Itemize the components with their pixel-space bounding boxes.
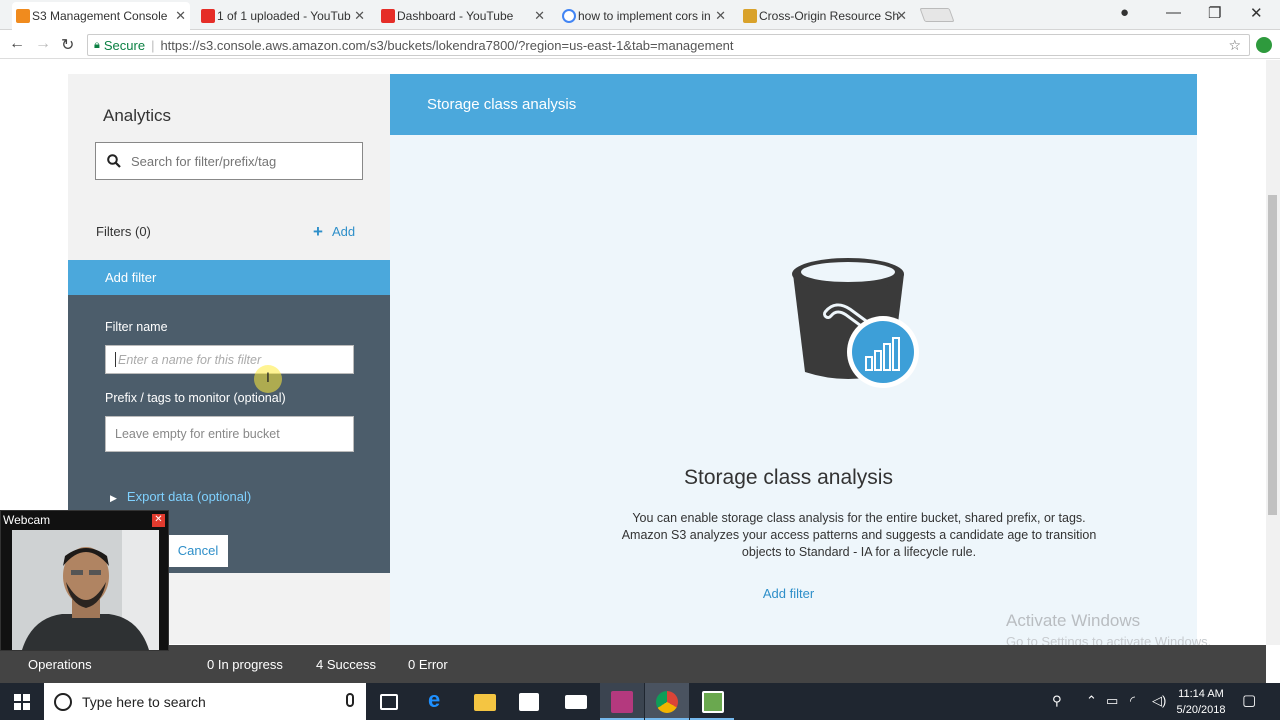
webcam-title: Webcam	[3, 513, 51, 527]
filter-search-input[interactable]	[131, 153, 351, 169]
tray-expand-icon[interactable]: ⌃	[1086, 693, 1097, 709]
back-icon[interactable]: ←	[9, 35, 25, 53]
new-tab-button[interactable]	[919, 8, 955, 22]
export-data-toggle[interactable]: ▶ Export data (optional)	[110, 489, 251, 504]
aws-favicon-icon	[16, 9, 30, 23]
webcam-close-icon[interactable]: ✕	[152, 514, 165, 527]
add-filter-button[interactable]: + Add	[313, 222, 355, 242]
tab-google-cors[interactable]: how to implement cors in ✕	[558, 2, 730, 30]
panel-header: Storage class analysis	[390, 74, 1197, 135]
forward-icon[interactable]: →	[35, 35, 51, 53]
close-tab-icon[interactable]: ✕	[175, 8, 186, 24]
prefix-input[interactable]: Leave empty for entire bucket	[105, 416, 354, 452]
person-figure	[12, 530, 159, 650]
filter-search-box[interactable]	[95, 142, 363, 180]
search-icon	[107, 154, 121, 168]
window-close-icon[interactable]: ✕	[1250, 4, 1263, 22]
address-bar: ← → ↻ 🔒︎ Secure | https://s3.console.aws…	[0, 31, 1280, 59]
add-filter-header: Add filter	[68, 260, 390, 295]
panel-description: You can enable storage class analysis fo…	[621, 511, 1097, 559]
youtube-favicon-icon	[201, 9, 215, 23]
bookmark-star-icon[interactable]: ☆	[1228, 37, 1241, 54]
notifications-icon[interactable]: ▢	[1242, 691, 1256, 709]
task-view-icon[interactable]	[380, 694, 398, 710]
close-tab-icon[interactable]: ✕	[896, 8, 907, 24]
text-caret	[115, 352, 116, 367]
storage-class-panel: Storage class analysis Storage class ana…	[390, 74, 1197, 645]
operations-label[interactable]: Operations	[28, 657, 92, 672]
profile-icon[interactable]: ●	[1120, 4, 1129, 21]
add-filter-link[interactable]: Add filter	[320, 586, 1257, 601]
people-icon[interactable]: ⚲	[1052, 693, 1062, 709]
screen-recorder-icon[interactable]	[611, 691, 633, 713]
extension-icon[interactable]	[1256, 37, 1272, 53]
system-clock[interactable]: 11:14 AM 5/20/2018	[1166, 686, 1236, 718]
bucket-analytics-icon	[792, 258, 919, 388]
close-tab-icon[interactable]: ✕	[534, 8, 545, 24]
document-favicon-icon	[743, 9, 757, 23]
filter-name-input[interactable]: Enter a name for this filter	[105, 345, 354, 374]
reload-icon[interactable]: ↻	[61, 35, 74, 55]
notepad-plus-icon[interactable]	[702, 691, 724, 713]
restore-icon[interactable]: ❐	[1208, 4, 1221, 22]
microphone-icon[interactable]	[346, 693, 354, 707]
analytics-title: Analytics	[103, 106, 172, 125]
webcam-feed	[12, 530, 159, 650]
in-progress-count[interactable]: 0 In progress	[207, 657, 283, 672]
windows-start-icon[interactable]	[14, 694, 30, 710]
battery-icon[interactable]: ▭	[1106, 693, 1118, 709]
close-tab-icon[interactable]: ✕	[715, 8, 726, 24]
lock-icon: 🔒︎	[94, 38, 100, 51]
page-content: Analytics Filters (0) +Add Add filter Fi…	[0, 60, 1266, 645]
plus-icon: +	[313, 222, 323, 241]
windows-taskbar: Type here to search e ⚲ ⌃ ▭ ◜ ◁) 11:14 A…	[0, 683, 1280, 720]
url-input[interactable]: 🔒︎ Secure | https://s3.console.aws.amazo…	[87, 34, 1250, 56]
mail-icon[interactable]	[565, 695, 587, 709]
store-icon[interactable]	[519, 693, 539, 711]
edge-browser-icon[interactable]: e	[428, 687, 450, 712]
scrollbar-thumb[interactable]	[1268, 195, 1277, 515]
volume-icon[interactable]: ◁)	[1152, 693, 1166, 709]
caret-right-icon: ▶	[110, 493, 117, 503]
tab-youtube-upload[interactable]: 1 of 1 uploaded - YouTub ✕	[197, 2, 369, 30]
file-explorer-icon[interactable]	[474, 694, 496, 711]
close-tab-icon[interactable]: ✕	[354, 8, 365, 24]
webcam-overlay[interactable]: Webcam ✕	[0, 510, 169, 651]
chrome-icon[interactable]	[656, 691, 678, 713]
tab-s3-console[interactable]: S3 Management Console ✕	[12, 2, 190, 30]
cortana-icon	[54, 692, 72, 711]
error-count[interactable]: 0 Error	[408, 657, 448, 672]
tab-cors-article[interactable]: Cross-Origin Resource Sh ✕	[739, 2, 911, 30]
tab-youtube-dashboard[interactable]: Dashboard - YouTube ✕	[377, 2, 549, 30]
browser-tab-strip: S3 Management Console ✕ 1 of 1 uploaded …	[0, 0, 1280, 30]
cancel-button[interactable]: Cancel	[168, 535, 228, 567]
google-favicon-icon	[562, 9, 576, 23]
youtube-favicon-icon	[381, 9, 395, 23]
minimize-icon[interactable]: —	[1166, 4, 1181, 21]
filter-name-label: Filter name	[105, 320, 168, 334]
operations-bar: Operations 0 In progress 4 Success 0 Err…	[0, 645, 1266, 683]
panel-title: Storage class analysis	[684, 466, 893, 489]
wifi-icon[interactable]: ◜	[1130, 693, 1135, 709]
taskbar-search-box[interactable]: Type here to search	[44, 683, 366, 720]
activate-windows-watermark: Activate Windows	[1006, 611, 1141, 630]
prefix-label: Prefix / tags to monitor (optional)	[105, 391, 286, 405]
success-count[interactable]: 4 Success	[316, 657, 376, 672]
ibeam-cursor-icon: I	[266, 369, 270, 385]
filters-count: Filters (0)	[96, 224, 151, 239]
